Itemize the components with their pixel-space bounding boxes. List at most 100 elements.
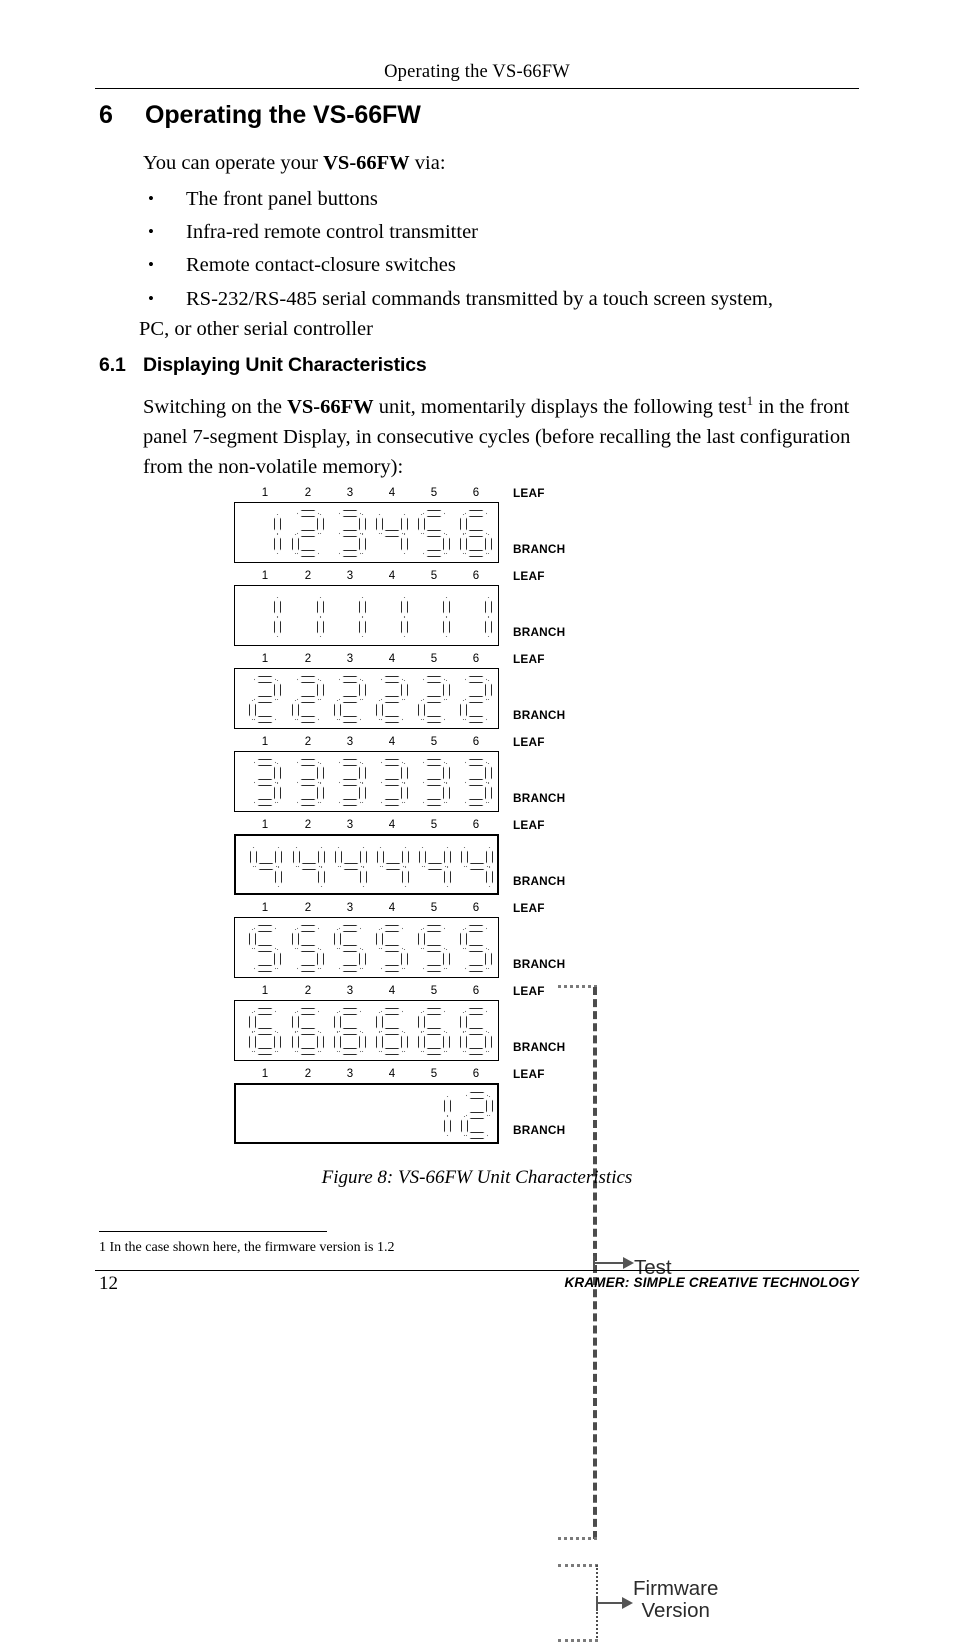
segment-b bbox=[317, 680, 324, 700]
segment-c bbox=[274, 617, 281, 637]
segment-a bbox=[297, 925, 319, 932]
column-number-strip: 1 2 3 4 5 6 bbox=[234, 652, 499, 668]
segment-d bbox=[381, 965, 403, 972]
segment-f bbox=[460, 514, 467, 534]
segment-a bbox=[339, 676, 361, 683]
figure-vs66fw-unit-characteristics: 1234561234561234561234561234561234561234… bbox=[0, 484, 954, 1642]
column-number: 2 bbox=[304, 819, 312, 831]
page-number: 12 bbox=[99, 1273, 118, 1294]
column-number: 5 bbox=[430, 985, 438, 997]
segment-b bbox=[485, 763, 492, 783]
column-number: 1 bbox=[261, 653, 269, 665]
segment-g bbox=[339, 696, 361, 703]
segment-d bbox=[381, 716, 403, 723]
seven-segment-digit bbox=[418, 1008, 452, 1055]
segment-a bbox=[465, 676, 487, 683]
segment-c bbox=[359, 1032, 366, 1052]
switching-part1: Switching on the bbox=[143, 396, 288, 418]
display-row: 1 2 3 4 5 6 bbox=[234, 652, 499, 729]
column-number: 1 bbox=[261, 985, 269, 997]
segment-g bbox=[255, 863, 277, 870]
segment-d bbox=[297, 799, 319, 806]
segment-d bbox=[254, 965, 276, 972]
segment-d bbox=[465, 799, 487, 806]
column-number: 3 bbox=[346, 653, 354, 665]
segment-c bbox=[274, 949, 281, 969]
segment-a bbox=[465, 1008, 487, 1015]
seven-segment-digit bbox=[335, 843, 369, 890]
segment-b bbox=[317, 597, 324, 617]
seven-segment-display-box bbox=[234, 834, 499, 895]
column-number: 6 bbox=[472, 902, 480, 914]
segment-b bbox=[485, 680, 492, 700]
seven-segment-digit bbox=[334, 759, 368, 806]
segment-c bbox=[359, 534, 366, 554]
segment-d bbox=[254, 716, 276, 723]
segment-c bbox=[485, 617, 492, 637]
segment-b bbox=[359, 763, 366, 783]
seven-segment-digit bbox=[249, 510, 283, 557]
segment-c bbox=[401, 783, 408, 803]
segment-d bbox=[297, 965, 319, 972]
segment-b bbox=[274, 514, 281, 534]
segment-c bbox=[444, 1116, 451, 1136]
segment-a bbox=[466, 1092, 488, 1099]
segment-f bbox=[376, 514, 383, 534]
seven-segment-display-box bbox=[234, 751, 499, 812]
column-number: 2 bbox=[304, 570, 312, 582]
segment-c bbox=[443, 949, 450, 969]
seven-segment-digit bbox=[292, 676, 326, 723]
segment-b bbox=[318, 847, 325, 867]
segment-g bbox=[298, 863, 320, 870]
segment-b bbox=[275, 847, 282, 867]
branch-label: BRANCH bbox=[513, 957, 566, 971]
seven-segment-digit bbox=[376, 1008, 410, 1055]
segment-e bbox=[334, 700, 341, 720]
column-number: 1 bbox=[261, 736, 269, 748]
segment-c bbox=[360, 867, 367, 887]
segment-e bbox=[460, 1032, 467, 1052]
test-arrow-head bbox=[623, 1256, 634, 1269]
branch-label: BRANCH bbox=[513, 708, 566, 722]
subsection-heading: 6.1 Displaying Unit Characteristics bbox=[99, 354, 427, 377]
segment-d bbox=[254, 1048, 276, 1055]
segment-c bbox=[275, 867, 282, 887]
seven-segment-digit bbox=[249, 759, 283, 806]
segment-b bbox=[359, 597, 366, 617]
column-number: 1 bbox=[261, 570, 269, 582]
seven-segment-display-box bbox=[234, 1083, 499, 1144]
segment-b bbox=[274, 680, 281, 700]
segment-g bbox=[254, 696, 276, 703]
firmware-arrow-head bbox=[622, 1596, 633, 1609]
segment-b bbox=[485, 597, 492, 617]
segment-c bbox=[443, 534, 450, 554]
segment-f bbox=[293, 847, 300, 867]
segment-d bbox=[423, 799, 445, 806]
segment-e bbox=[376, 1032, 383, 1052]
column-number-strip: 1 2 3 4 5 6 bbox=[234, 1067, 499, 1083]
column-number-strip: 1 2 3 4 5 6 bbox=[234, 486, 499, 502]
segment-c bbox=[274, 783, 281, 803]
column-number: 6 bbox=[472, 570, 480, 582]
segment-a bbox=[297, 510, 319, 517]
column-number: 2 bbox=[304, 985, 312, 997]
column-number: 5 bbox=[430, 819, 438, 831]
seven-segment-digit bbox=[249, 925, 283, 972]
segment-e bbox=[460, 700, 467, 720]
segment-g bbox=[381, 779, 403, 786]
seven-segment-digit bbox=[461, 1092, 495, 1139]
column-number: 5 bbox=[430, 653, 438, 665]
column-number: 6 bbox=[472, 653, 480, 665]
segment-g bbox=[297, 945, 319, 952]
segment-c bbox=[317, 949, 324, 969]
display-row: 1 2 3 4 5 6 bbox=[234, 1067, 499, 1144]
segment-g bbox=[339, 779, 361, 786]
column-number-strip: 1 2 3 4 5 6 bbox=[234, 818, 499, 834]
segment-g bbox=[381, 945, 403, 952]
column-number: 4 bbox=[388, 1068, 396, 1080]
seven-segment-display-box bbox=[234, 668, 499, 729]
document-page: Operating the VS-66FW 6 Operating the VS-… bbox=[0, 0, 954, 1642]
segment-a bbox=[297, 759, 319, 766]
segment-e bbox=[418, 700, 425, 720]
column-number: 3 bbox=[346, 487, 354, 499]
